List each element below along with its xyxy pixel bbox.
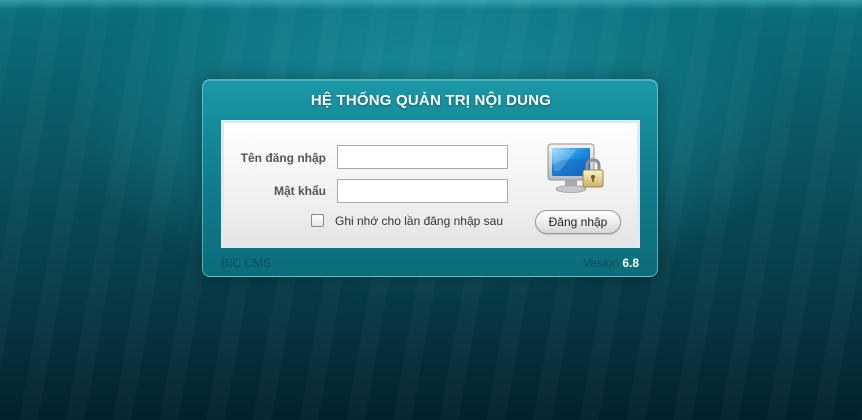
login-form-panel: Tên đăng nhập Mật khẩu Ghi nhớ cho lần đ… (221, 120, 640, 248)
version-label: Vesion (582, 256, 619, 270)
login-title: HỆ THỐNG QUẢN TRỊ NỘI DUNG (310, 92, 552, 109)
footer-brand: BIC CMS (221, 256, 272, 270)
footer-version: Vesion 6.8 (583, 256, 639, 270)
remember-me-label[interactable]: Ghi nhớ cho lần đăng nhập sau (335, 214, 503, 228)
username-label: Tên đăng nhập (240, 151, 326, 165)
version-number: 6.8 (622, 256, 639, 270)
monitor-lock-icon (546, 141, 606, 199)
top-glow (0, 0, 862, 10)
login-dialog: HỆ THỐNG QUẢN TRỊ NỘI DUNG Tên đăng nhập… (202, 79, 658, 277)
username-input[interactable] (337, 145, 508, 169)
password-label: Mật khẩu (273, 184, 326, 198)
remember-me-checkbox[interactable] (311, 214, 324, 227)
password-input[interactable] (337, 179, 508, 203)
login-button[interactable]: Đăng nhập (535, 210, 621, 234)
